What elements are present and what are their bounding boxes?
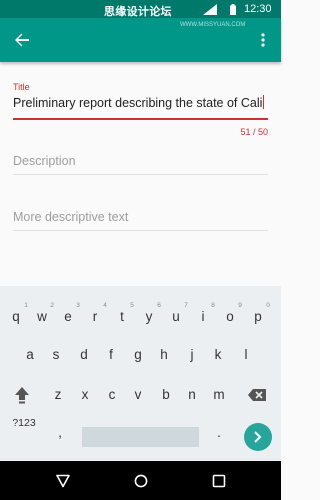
key-backspace[interactable] bbox=[245, 383, 269, 407]
site-watermark: WWW.MISSYUAN.COM bbox=[180, 22, 246, 28]
description-placeholder: Description bbox=[13, 154, 76, 168]
signal-icon bbox=[203, 4, 217, 15]
nav-home-icon bbox=[134, 474, 148, 488]
key-f[interactable]: f bbox=[99, 343, 123, 367]
key-h[interactable]: h bbox=[152, 343, 176, 367]
key-s[interactable]: s bbox=[44, 343, 68, 367]
battery-icon bbox=[230, 4, 236, 15]
key-j[interactable]: j bbox=[180, 343, 204, 367]
key-space[interactable] bbox=[82, 427, 199, 447]
key-z[interactable]: z bbox=[46, 383, 70, 407]
more-text-field[interactable]: More descriptive text bbox=[13, 210, 268, 230]
key-l[interactable]: l bbox=[234, 343, 258, 367]
shift-icon bbox=[15, 387, 29, 404]
chevron-right-icon bbox=[254, 431, 262, 443]
nav-recents-button[interactable] bbox=[209, 471, 229, 491]
title-input[interactable]: Preliminary report describing the state … bbox=[13, 95, 268, 117]
key-symbols[interactable]: ?123 bbox=[6, 411, 42, 435]
key-shift[interactable] bbox=[10, 383, 34, 407]
key-r[interactable]: r bbox=[83, 305, 107, 329]
navigation-bar bbox=[0, 461, 281, 500]
key-q[interactable]: q bbox=[4, 305, 28, 329]
more-vert-icon bbox=[261, 33, 265, 47]
character-counter: 51 / 50 bbox=[240, 127, 268, 137]
key-c[interactable]: c bbox=[100, 383, 124, 407]
key-comma[interactable]: , bbox=[48, 421, 72, 445]
key-i[interactable]: i bbox=[191, 305, 215, 329]
status-bar: 思缘设计论坛 12:30 bbox=[0, 0, 281, 18]
title-underline bbox=[13, 118, 268, 120]
key-g[interactable]: g bbox=[126, 343, 150, 367]
key-u[interactable]: u bbox=[164, 305, 188, 329]
key-t[interactable]: t bbox=[110, 305, 134, 329]
soft-keyboard: ?123 , . 1q2w3e4r5t6y7u8i9o0pasdfghjklzx… bbox=[0, 286, 281, 461]
backspace-icon bbox=[248, 389, 266, 401]
key-p[interactable]: p bbox=[246, 305, 270, 329]
description-underline bbox=[13, 174, 268, 175]
nav-back-icon bbox=[56, 474, 70, 488]
nav-back-button[interactable] bbox=[53, 471, 73, 491]
key-n[interactable]: n bbox=[180, 383, 204, 407]
overflow-menu-button[interactable] bbox=[251, 26, 275, 54]
key-period[interactable]: . bbox=[207, 421, 231, 445]
nav-recents-icon bbox=[212, 474, 226, 488]
watermark-text: 思缘设计论坛 bbox=[104, 6, 172, 18]
key-o[interactable]: o bbox=[218, 305, 242, 329]
key-w[interactable]: w bbox=[30, 305, 54, 329]
title-label: Title bbox=[13, 82, 30, 92]
arrow-back-icon bbox=[15, 33, 29, 47]
status-time: 12:30 bbox=[244, 3, 272, 15]
key-x[interactable]: x bbox=[73, 383, 97, 407]
back-button[interactable] bbox=[8, 26, 36, 54]
text-caret bbox=[263, 95, 265, 109]
more-text-placeholder: More descriptive text bbox=[13, 210, 129, 224]
nav-home-button[interactable] bbox=[131, 471, 151, 491]
key-e[interactable]: e bbox=[56, 305, 80, 329]
title-value: Preliminary report describing the state … bbox=[13, 96, 263, 110]
key-d[interactable]: d bbox=[72, 343, 96, 367]
key-enter[interactable] bbox=[244, 423, 272, 451]
key-m[interactable]: m bbox=[207, 383, 231, 407]
more-text-underline bbox=[13, 230, 268, 231]
key-v[interactable]: v bbox=[126, 383, 150, 407]
key-b[interactable]: b bbox=[154, 383, 178, 407]
description-field[interactable]: Description bbox=[13, 154, 268, 174]
key-a[interactable]: a bbox=[18, 343, 42, 367]
key-k[interactable]: k bbox=[206, 343, 230, 367]
key-y[interactable]: y bbox=[137, 305, 161, 329]
